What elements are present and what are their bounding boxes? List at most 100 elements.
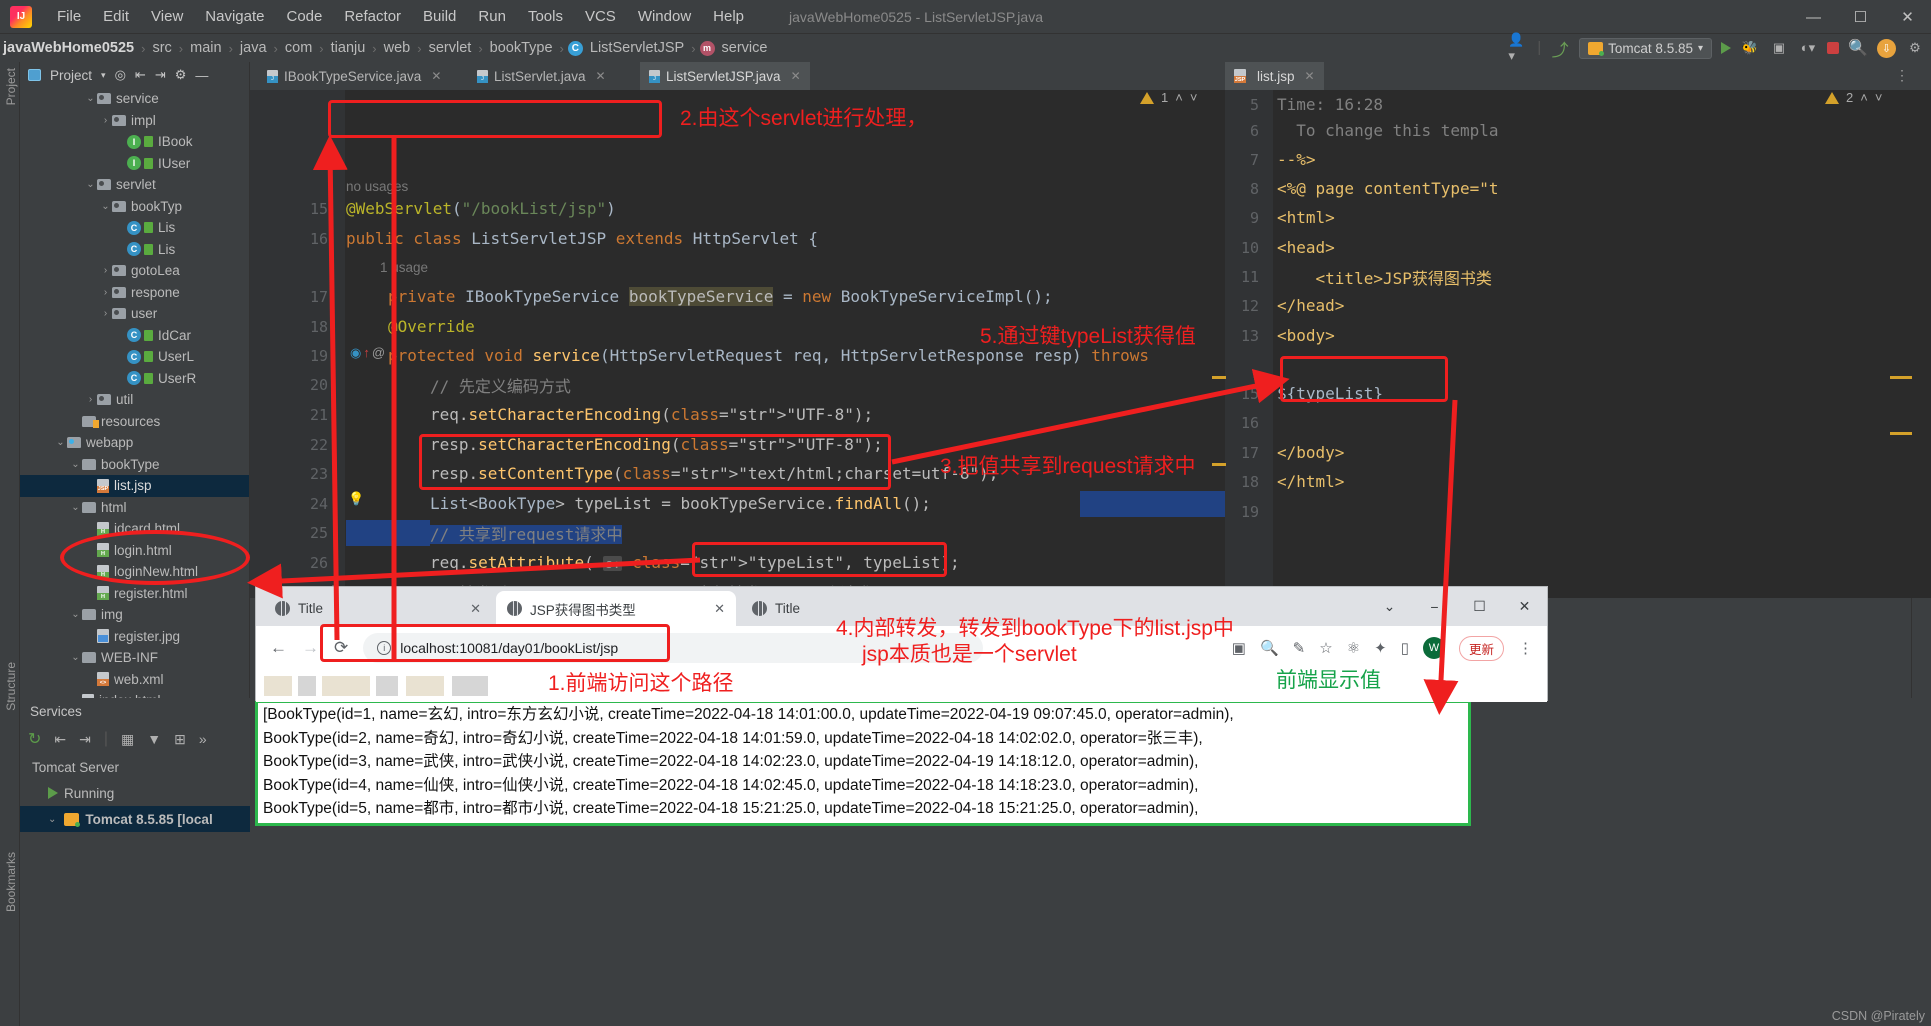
hide-panel-icon[interactable]: — [195,68,208,83]
tab-overflow-menu-icon[interactable]: ⋮ [1895,67,1909,84]
profile-avatar[interactable]: W [1422,637,1445,659]
minimize-button[interactable]: — [1790,0,1837,34]
code-line-15[interactable]: 15 @WebServlet("/bookList/jsp") [250,194,1225,224]
editor-marker-warning[interactable] [1212,376,1226,379]
breadcrumb-com[interactable]: com › [282,40,328,56]
right-editor-inspection-widget[interactable]: 2 ˄ ˅ [1825,90,1882,105]
menu-build[interactable]: Build [412,5,467,28]
close-button[interactable]: ✕ [1884,0,1931,34]
rerun-icon[interactable]: ↻ [28,729,41,749]
right-editor-code-area[interactable]: 5 Time: 16:28 6 To change this templa 7 --%>… [1225,90,1931,598]
close-icon[interactable]: ✕ [791,69,801,83]
gear-icon[interactable]: ⚙ [175,67,187,83]
intention-bulb-icon[interactable]: 💡 [348,491,364,507]
chevron-down-icon[interactable]: ⌄ [69,609,82,620]
chevron-down-icon[interactable]: ⌄ [48,814,56,825]
tree-item-servlet[interactable]: ⌄ servlet [20,174,249,196]
jsp-code-line-6[interactable]: 6 To change this templa [1225,116,1931,146]
jsp-code-line-7[interactable]: 7 --%> [1225,145,1931,175]
close-icon[interactable]: ✕ [596,69,606,83]
breadcrumb-web[interactable]: web › [381,40,426,56]
sidepanel-icon[interactable]: ▯ [1401,639,1409,657]
expand-all-icon[interactable]: ⇤ [54,731,66,748]
browser-maximize-button[interactable]: ☐ [1457,587,1502,626]
chevron-down-icon[interactable]: ▾ [101,70,106,81]
tree-item-iuser[interactable]: I IUser [20,153,249,175]
jsp-code-line-10[interactable]: 10 <head> [1225,233,1931,263]
run-icon[interactable] [1721,42,1731,54]
editor-tab-listservletjsp[interactable]: ListServletJSP.java ✕ [640,62,810,90]
back-icon[interactable]: ← [270,638,287,658]
breadcrumb-src[interactable]: src › [149,40,187,56]
close-icon[interactable]: ✕ [470,601,481,617]
jsp-code-line-16[interactable]: 16 [1225,408,1931,438]
tree-item-booktype[interactable]: ⌄ bookType [20,454,249,476]
expand-all-icon[interactable]: ⇤ [135,67,146,83]
tree-item-gotolea[interactable]: › gotoLea [20,260,249,282]
profile-icon[interactable]: ▣ [1769,38,1789,58]
breadcrumb-project[interactable]: javaWebHome0525 › [0,40,149,56]
bookmark-star-icon[interactable]: ☆ [1319,639,1332,657]
close-icon[interactable]: ✕ [431,69,441,83]
collapse-all-icon[interactable]: ⇥ [79,731,91,748]
search-icon[interactable]: 🔍 [1848,38,1868,58]
left-strip-structure-label[interactable]: Structure [4,662,18,711]
tree-item-list-jsp[interactable]: JSP list.jsp [20,475,249,497]
tree-item-booktyp[interactable]: ⌄ bookTyp [20,196,249,218]
chevron-right-icon[interactable]: › [99,115,112,126]
menu-help[interactable]: Help [702,5,755,28]
menu-vcs[interactable]: VCS [574,5,627,28]
chevron-right-icon[interactable]: › [84,394,97,405]
jsp-code-line-11[interactable]: 11 <title>JSP获得图书类 [1225,262,1931,292]
menu-edit[interactable]: Edit [92,5,140,28]
prev-problem-icon[interactable]: ˄ [1860,90,1868,105]
jsp-code-line-8[interactable]: 8 <%@ page contentType="t [1225,174,1931,204]
menu-run[interactable]: Run [467,5,517,28]
tree-item-html[interactable]: ⌄ html [20,497,249,519]
chevron-right-icon[interactable]: › [99,308,112,319]
services-row-tomcat-server[interactable]: Tomcat Server [20,754,250,780]
tree-item-lis[interactable]: C Lis [20,239,249,261]
right-editor-marker-warning-2[interactable] [1890,432,1912,435]
menu-view[interactable]: View [140,5,194,28]
editor-tab-ibooktypeservice[interactable]: IBookTypeService.java ✕ [258,62,450,90]
breadcrumb-class[interactable]: C ListServletJSP › [567,40,700,56]
breadcrumb-java[interactable]: java › [237,40,282,56]
browser-tab-1[interactable]: Title ✕ [264,591,492,626]
chevron-down-icon[interactable]: ⌄ [54,437,67,448]
settings-icon[interactable]: ⚙ [1905,38,1925,58]
close-icon[interactable]: ✕ [714,601,725,617]
tree-item-ibook[interactable]: I IBook [20,131,249,153]
jsp-code-line-12[interactable]: 12 </head> [1225,291,1931,321]
services-tree[interactable]: Tomcat Server Running ⌄ Tomcat 8.5.85 [loca… [20,754,250,1026]
coverage-icon[interactable]: ◐▾ [1798,38,1818,58]
editor-tab-listjsp[interactable]: JSP list.jsp ✕ [1225,62,1324,90]
add-icon[interactable]: ⊞ [174,731,186,748]
tree-item-webapp[interactable]: ⌄ webapp [20,432,249,454]
browser-tab-2[interactable]: JSP获得图书类型 ✕ [496,591,736,626]
browser-collapse-button[interactable]: ⌄ [1367,587,1412,626]
next-problem-icon[interactable]: ˅ [1190,90,1198,105]
menu-window[interactable]: Window [627,5,702,28]
locate-icon[interactable]: ◎ [115,67,126,83]
breadcrumb-main[interactable]: main › [187,40,237,56]
services-row-tomcat-8-5-85-local[interactable]: ⌄ Tomcat 8.5.85 [local [20,806,250,832]
editor-marker-warning-2[interactable] [1212,463,1226,466]
tree-item-register-jpg[interactable]: register.jpg [20,626,249,648]
tree-item-resources[interactable]: resources [20,411,249,433]
menu-code[interactable]: Code [275,5,333,28]
group-icon[interactable]: ▦ [121,731,134,748]
stop-icon[interactable] [1827,42,1839,54]
menu-tools[interactable]: Tools [517,5,574,28]
update-icon[interactable]: ⇩ [1877,38,1896,58]
jsp-code-line-18[interactable]: 18 </html> [1225,467,1931,497]
breadcrumb-method[interactable]: m service [699,40,771,56]
tree-item-userl[interactable]: C UserL [20,346,249,368]
chevron-down-icon[interactable]: ⌄ [84,179,97,190]
more-icon[interactable]: » [199,731,207,747]
filter-icon[interactable]: ▼ [147,731,161,747]
left-strip-bookmarks-label[interactable]: Bookmarks [4,852,18,912]
editor-inspection-widget[interactable]: 1 ˄ ˅ [1140,90,1197,105]
prev-problem-icon[interactable]: ˄ [1175,90,1183,105]
right-editor-marker-warning[interactable] [1890,376,1912,379]
